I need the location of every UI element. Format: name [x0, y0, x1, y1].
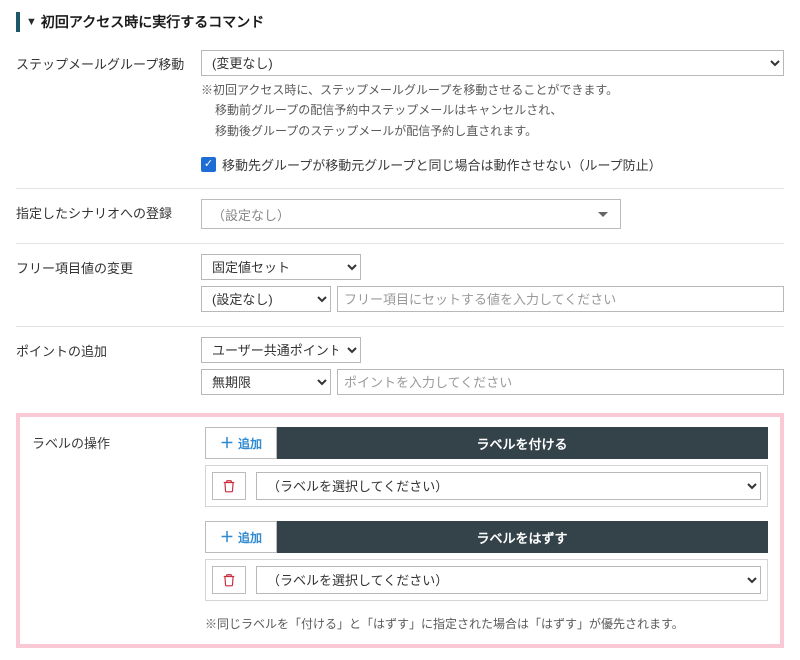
- label-attach-add-button[interactable]: ＋ 追加: [205, 427, 277, 459]
- section-title-text: 初回アクセス時に実行するコマンド: [41, 12, 264, 32]
- stepmail-group-select[interactable]: (変更なし): [201, 50, 784, 76]
- label-detach-add-button[interactable]: ＋ 追加: [205, 521, 277, 553]
- row-scenario: 指定したシナリオへの登録 （設定なし）: [16, 188, 784, 243]
- trash-icon: [222, 573, 236, 587]
- trash-icon: [222, 479, 236, 493]
- points-value-input[interactable]: [337, 369, 784, 395]
- labels-panel: ラベルの操作 ＋ 追加 ラベルを付ける: [16, 413, 784, 648]
- row-stepmail: ステップメールグループ移動 (変更なし) ※初回アクセス時に、ステップメールグル…: [16, 46, 784, 188]
- points-type-select[interactable]: ユーザー共通ポイント: [201, 337, 361, 363]
- plus-icon: ＋: [220, 436, 234, 450]
- row-freeitem: フリー項目値の変更 固定値セット (設定なし): [16, 243, 784, 326]
- label-detach-block: ＋ 追加 ラベルをはずす （ラベルを選択してください）: [205, 521, 768, 601]
- freeitem-value-input[interactable]: [337, 286, 784, 312]
- labels-footer-note: ※同じラベルを「付ける」と「はずす」に指定された場合は「はずす」が優先されます。: [205, 615, 768, 632]
- row-points: ポイントの追加 ユーザー共通ポイント 無期限: [16, 326, 784, 409]
- label-attach-header: ラベルを付ける: [277, 427, 768, 459]
- label-detach-delete-button[interactable]: [212, 566, 246, 594]
- points-expire-select[interactable]: 無期限: [201, 369, 331, 395]
- labels-row-label: ラベルの操作: [32, 427, 205, 452]
- plus-icon: ＋: [220, 530, 234, 544]
- scenario-select[interactable]: （設定なし）: [201, 199, 621, 229]
- collapse-triangle-icon: ▼: [26, 16, 37, 28]
- label-attach-block: ＋ 追加 ラベルを付ける （ラベルを選択してください）: [205, 427, 768, 507]
- check-icon: ✓: [204, 159, 213, 170]
- label-attach-select[interactable]: （ラベルを選択してください）: [256, 472, 761, 500]
- scenario-select-placeholder: （設定なし）: [212, 205, 290, 224]
- scenario-label: 指定したシナリオへの登録: [16, 199, 201, 222]
- stepmail-label: ステップメールグループ移動: [16, 50, 201, 73]
- label-detach-select[interactable]: （ラベルを選択してください）: [256, 566, 761, 594]
- label-attach-delete-button[interactable]: [212, 472, 246, 500]
- loop-prevent-checkbox[interactable]: ✓: [201, 157, 216, 172]
- label-detach-header: ラベルをはずす: [277, 521, 768, 553]
- freeitem-label: フリー項目値の変更: [16, 254, 201, 277]
- points-label: ポイントの追加: [16, 337, 201, 360]
- freeitem-field-select[interactable]: (設定なし): [201, 286, 331, 312]
- freeitem-mode-select[interactable]: 固定値セット: [201, 254, 361, 280]
- stepmail-note: ※初回アクセス時に、ステップメールグループを移動させることができます。 移動前グ…: [201, 80, 784, 141]
- loop-prevent-label: 移動先グループが移動元グループと同じ場合は動作させない（ループ防止）: [222, 155, 662, 174]
- section-title[interactable]: ▼ 初回アクセス時に実行するコマンド: [16, 12, 784, 32]
